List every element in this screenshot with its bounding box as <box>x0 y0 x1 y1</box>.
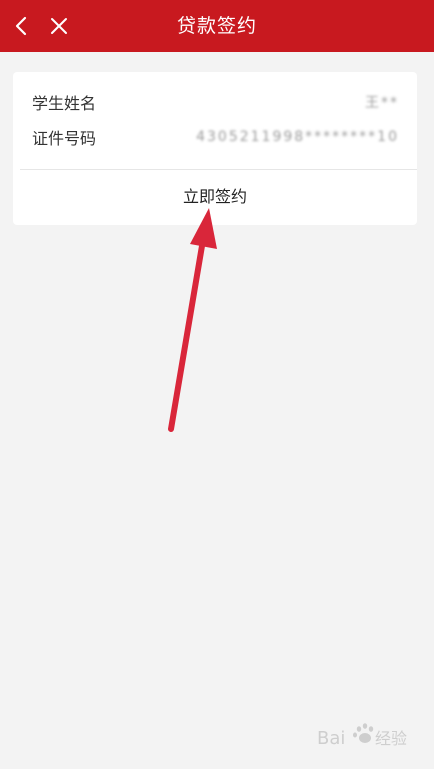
student-name-row: 学生姓名 王** <box>32 90 399 114</box>
student-name-label: 学生姓名 <box>32 94 97 113</box>
loan-info-card: 学生姓名 王** 证件号码 4305211998********10 立即签约 <box>13 72 417 225</box>
sign-now-button[interactable]: 立即签约 <box>13 170 417 224</box>
student-name-value: 王** <box>365 95 399 111</box>
id-number-row: 证件号码 4305211998********10 <box>32 125 399 149</box>
svg-text:Bai: Bai <box>317 728 345 749</box>
id-number-label: 证件号码 <box>32 129 97 148</box>
top-bar: 贷款签约 <box>0 0 434 52</box>
arrow-shaft <box>168 237 206 432</box>
baidu-watermark: Bai 经验 <box>315 715 430 755</box>
svg-text:经验: 经验 <box>375 729 407 748</box>
page-title: 贷款签约 <box>176 15 257 37</box>
baidu-paw-logo: Bai 经验 <box>317 723 407 749</box>
id-number-value: 4305211998********10 <box>196 129 399 145</box>
